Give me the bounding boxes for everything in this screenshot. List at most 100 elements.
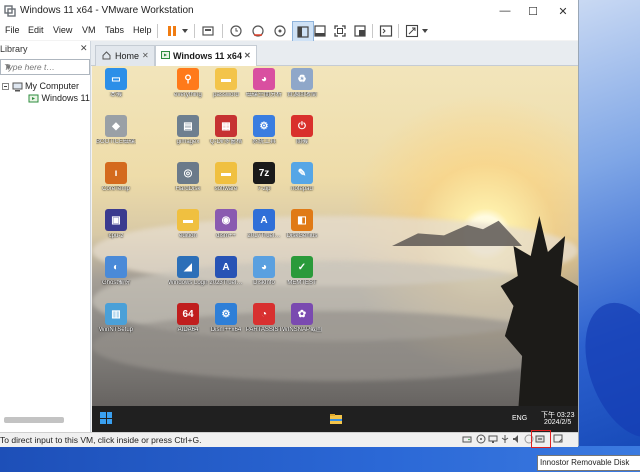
highlight-box: [531, 430, 551, 448]
stretch-guest-button[interactable]: [402, 21, 422, 41]
shortcut-icon: ⚙: [215, 303, 237, 325]
vm-display[interactable]: ▭ 本機 ⚲ everything ▬ password ◕ 磁碟空間分析 ♻ 資源回收筒 ◆ BOO…: [92, 66, 578, 432]
display-icon[interactable]: [553, 434, 563, 444]
library-panel-icon: [297, 26, 309, 38]
home-icon: [102, 51, 111, 60]
shortcut-icon: ı: [105, 162, 127, 184]
desktop-shortcut[interactable]: 7z 7-zip: [244, 162, 284, 204]
tab-close-icon[interactable]: ✕: [244, 51, 251, 60]
network-icon[interactable]: [488, 434, 498, 444]
shortcut-icon: ⚙: [253, 115, 275, 137]
desktop-shortcut[interactable]: ▬ software: [206, 162, 246, 204]
desktop-shortcut[interactable]: A 2023TrueI…: [206, 256, 246, 298]
desktop-shortcut[interactable]: ▥ WinNTSetup: [96, 303, 136, 345]
shortcut-icon: ◐: [105, 256, 127, 278]
desktop-shortcut[interactable]: ✓ MEMTEST: [282, 256, 322, 298]
clock-date[interactable]: 2024/2/5: [544, 419, 571, 426]
status-bar: To direct input to this VM, click inside…: [0, 432, 578, 447]
window-title: Windows 11 x64 - VMware Workstation: [20, 5, 194, 16]
shortcut-label: DiskInfo: [253, 280, 275, 286]
library-search-input[interactable]: Type here t… ▼: [0, 59, 90, 75]
library-close-icon[interactable]: ✕: [80, 43, 88, 54]
desktop-shortcut[interactable]: ⚙ Dism++x64: [206, 303, 246, 345]
desktop-shortcut[interactable]: A 2017TrueI…: [244, 209, 284, 251]
tree-item-windows-11[interactable]: Windows 11: [28, 93, 90, 104]
menu-view[interactable]: View: [53, 25, 72, 35]
tree-item-label: My Computer: [25, 81, 80, 91]
shortcut-icon: ✎: [291, 162, 313, 184]
desktop-shortcut[interactable]: ◢ Windows Login…: [168, 256, 208, 298]
desktop-shortcut[interactable]: ▭ 本機: [96, 68, 136, 110]
unity-icon: [354, 25, 366, 37]
menu-help[interactable]: Help: [133, 25, 152, 35]
shortcut-label: BOOTICE磁碟工具: [96, 139, 136, 145]
desktop-shortcut[interactable]: ◕ DiskInfo: [244, 256, 284, 298]
guest-taskbar: ENG 下午 03:23 2024/2/5: [92, 406, 578, 432]
console-view-button[interactable]: [376, 21, 396, 41]
snapshot-button[interactable]: [226, 21, 246, 41]
sound-icon[interactable]: [512, 434, 522, 444]
desktop-shortcut[interactable]: ◎ HardDisk: [168, 162, 208, 204]
tab-windows-11-x64[interactable]: Windows 11 x64 ✕: [155, 45, 257, 67]
desktop-shortcut[interactable]: 64 AIDA64: [168, 303, 208, 345]
chevron-down-icon[interactable]: ▼: [4, 62, 12, 72]
suspend-button[interactable]: [162, 21, 182, 41]
shortcut-icon: ▬: [177, 209, 199, 231]
maximize-button[interactable]: ☐: [518, 0, 548, 22]
cd-rom-icon[interactable]: [476, 434, 486, 444]
chevron-down-icon: [182, 29, 188, 33]
send-ctrl-alt-del-button[interactable]: [198, 21, 218, 41]
desktop-shortcut[interactable]: ▣ cpu-z: [96, 209, 136, 251]
snapshot-manager-button[interactable]: [270, 21, 290, 41]
desktop-shortcut[interactable]: ◉ dism++: [206, 209, 246, 251]
desktop-shortcut[interactable]: ♻ 資源回收筒: [282, 68, 322, 110]
desktop-shortcut[interactable]: ▤ gimagex: [168, 115, 208, 157]
shortcut-label: password: [213, 92, 239, 98]
shortcut-icon: ◆: [105, 115, 127, 137]
library-panel: Library ✕ Type here t… ▼ My Computer Win…: [0, 41, 91, 433]
tab-close-icon[interactable]: ✕: [142, 51, 149, 60]
desktop-shortcut[interactable]: ◐ Ghost備份: [96, 256, 136, 298]
desktop-shortcut[interactable]: ▬ password: [206, 68, 246, 110]
file-explorer-icon[interactable]: [329, 413, 343, 425]
thumbnail-bar-button[interactable]: [310, 21, 330, 41]
shortcut-icon: ◕: [253, 68, 275, 90]
minimize-button[interactable]: —: [490, 0, 520, 22]
tree-item-my-computer[interactable]: My Computer: [2, 81, 79, 92]
menu-tabs[interactable]: Tabs: [105, 25, 124, 35]
desktop-shortcut[interactable]: ⚙ 系統工具: [244, 115, 284, 157]
menu-edit[interactable]: Edit: [28, 25, 44, 35]
desktop-shortcut[interactable]: ⏻ 關機: [282, 115, 322, 157]
shortcut-label: cpu-z: [108, 233, 124, 239]
stretch-dropdown[interactable]: [420, 21, 430, 41]
revert-snapshot-button[interactable]: [248, 21, 268, 41]
windows-start-icon[interactable]: [100, 412, 112, 424]
desktop-shortcut[interactable]: ◧ DiskGenius: [282, 209, 322, 251]
menu-file[interactable]: File: [5, 25, 20, 35]
menu-vm[interactable]: VM: [82, 25, 96, 35]
library-scrollbar[interactable]: [4, 417, 64, 423]
vmware-logo-icon: [4, 5, 16, 17]
power-dropdown[interactable]: [180, 21, 190, 41]
input-language[interactable]: ENG: [512, 415, 527, 422]
tab-home[interactable]: Home ✕: [95, 45, 155, 66]
desktop-shortcut[interactable]: ▬ edition: [168, 209, 208, 251]
desktop-shortcut[interactable]: ⚲ everything: [168, 68, 208, 110]
fullscreen-icon: [334, 25, 346, 37]
unity-button[interactable]: [350, 21, 370, 41]
usb-icon[interactable]: [500, 434, 510, 444]
desktop-shortcut[interactable]: ◔ PARTASSIST: [244, 303, 284, 345]
desktop-shortcut[interactable]: ▦ Q-Dir多窗格: [206, 115, 246, 157]
shortcut-label: notepad: [291, 186, 313, 192]
desktop-shortcut[interactable]: ◕ 磁碟空間分析: [244, 68, 284, 110]
hard-disk-icon[interactable]: [462, 434, 472, 444]
desktop-shortcut[interactable]: ◆ BOOTICE磁碟工具: [96, 115, 136, 157]
minimize-icon: —: [499, 5, 511, 17]
shortcut-icon: ▥: [105, 303, 127, 325]
desktop-shortcut[interactable]: ✎ notepad: [282, 162, 322, 204]
desktop-shortcut[interactable]: ✿ WINSNAP截圖: [282, 303, 322, 345]
close-button[interactable]: ✕: [548, 0, 578, 22]
desktop-shortcut[interactable]: ı CoreTemp: [96, 162, 136, 204]
full-screen-button[interactable]: [330, 21, 350, 41]
tab-bar: Home ✕ Windows 11 x64 ✕: [91, 41, 578, 67]
